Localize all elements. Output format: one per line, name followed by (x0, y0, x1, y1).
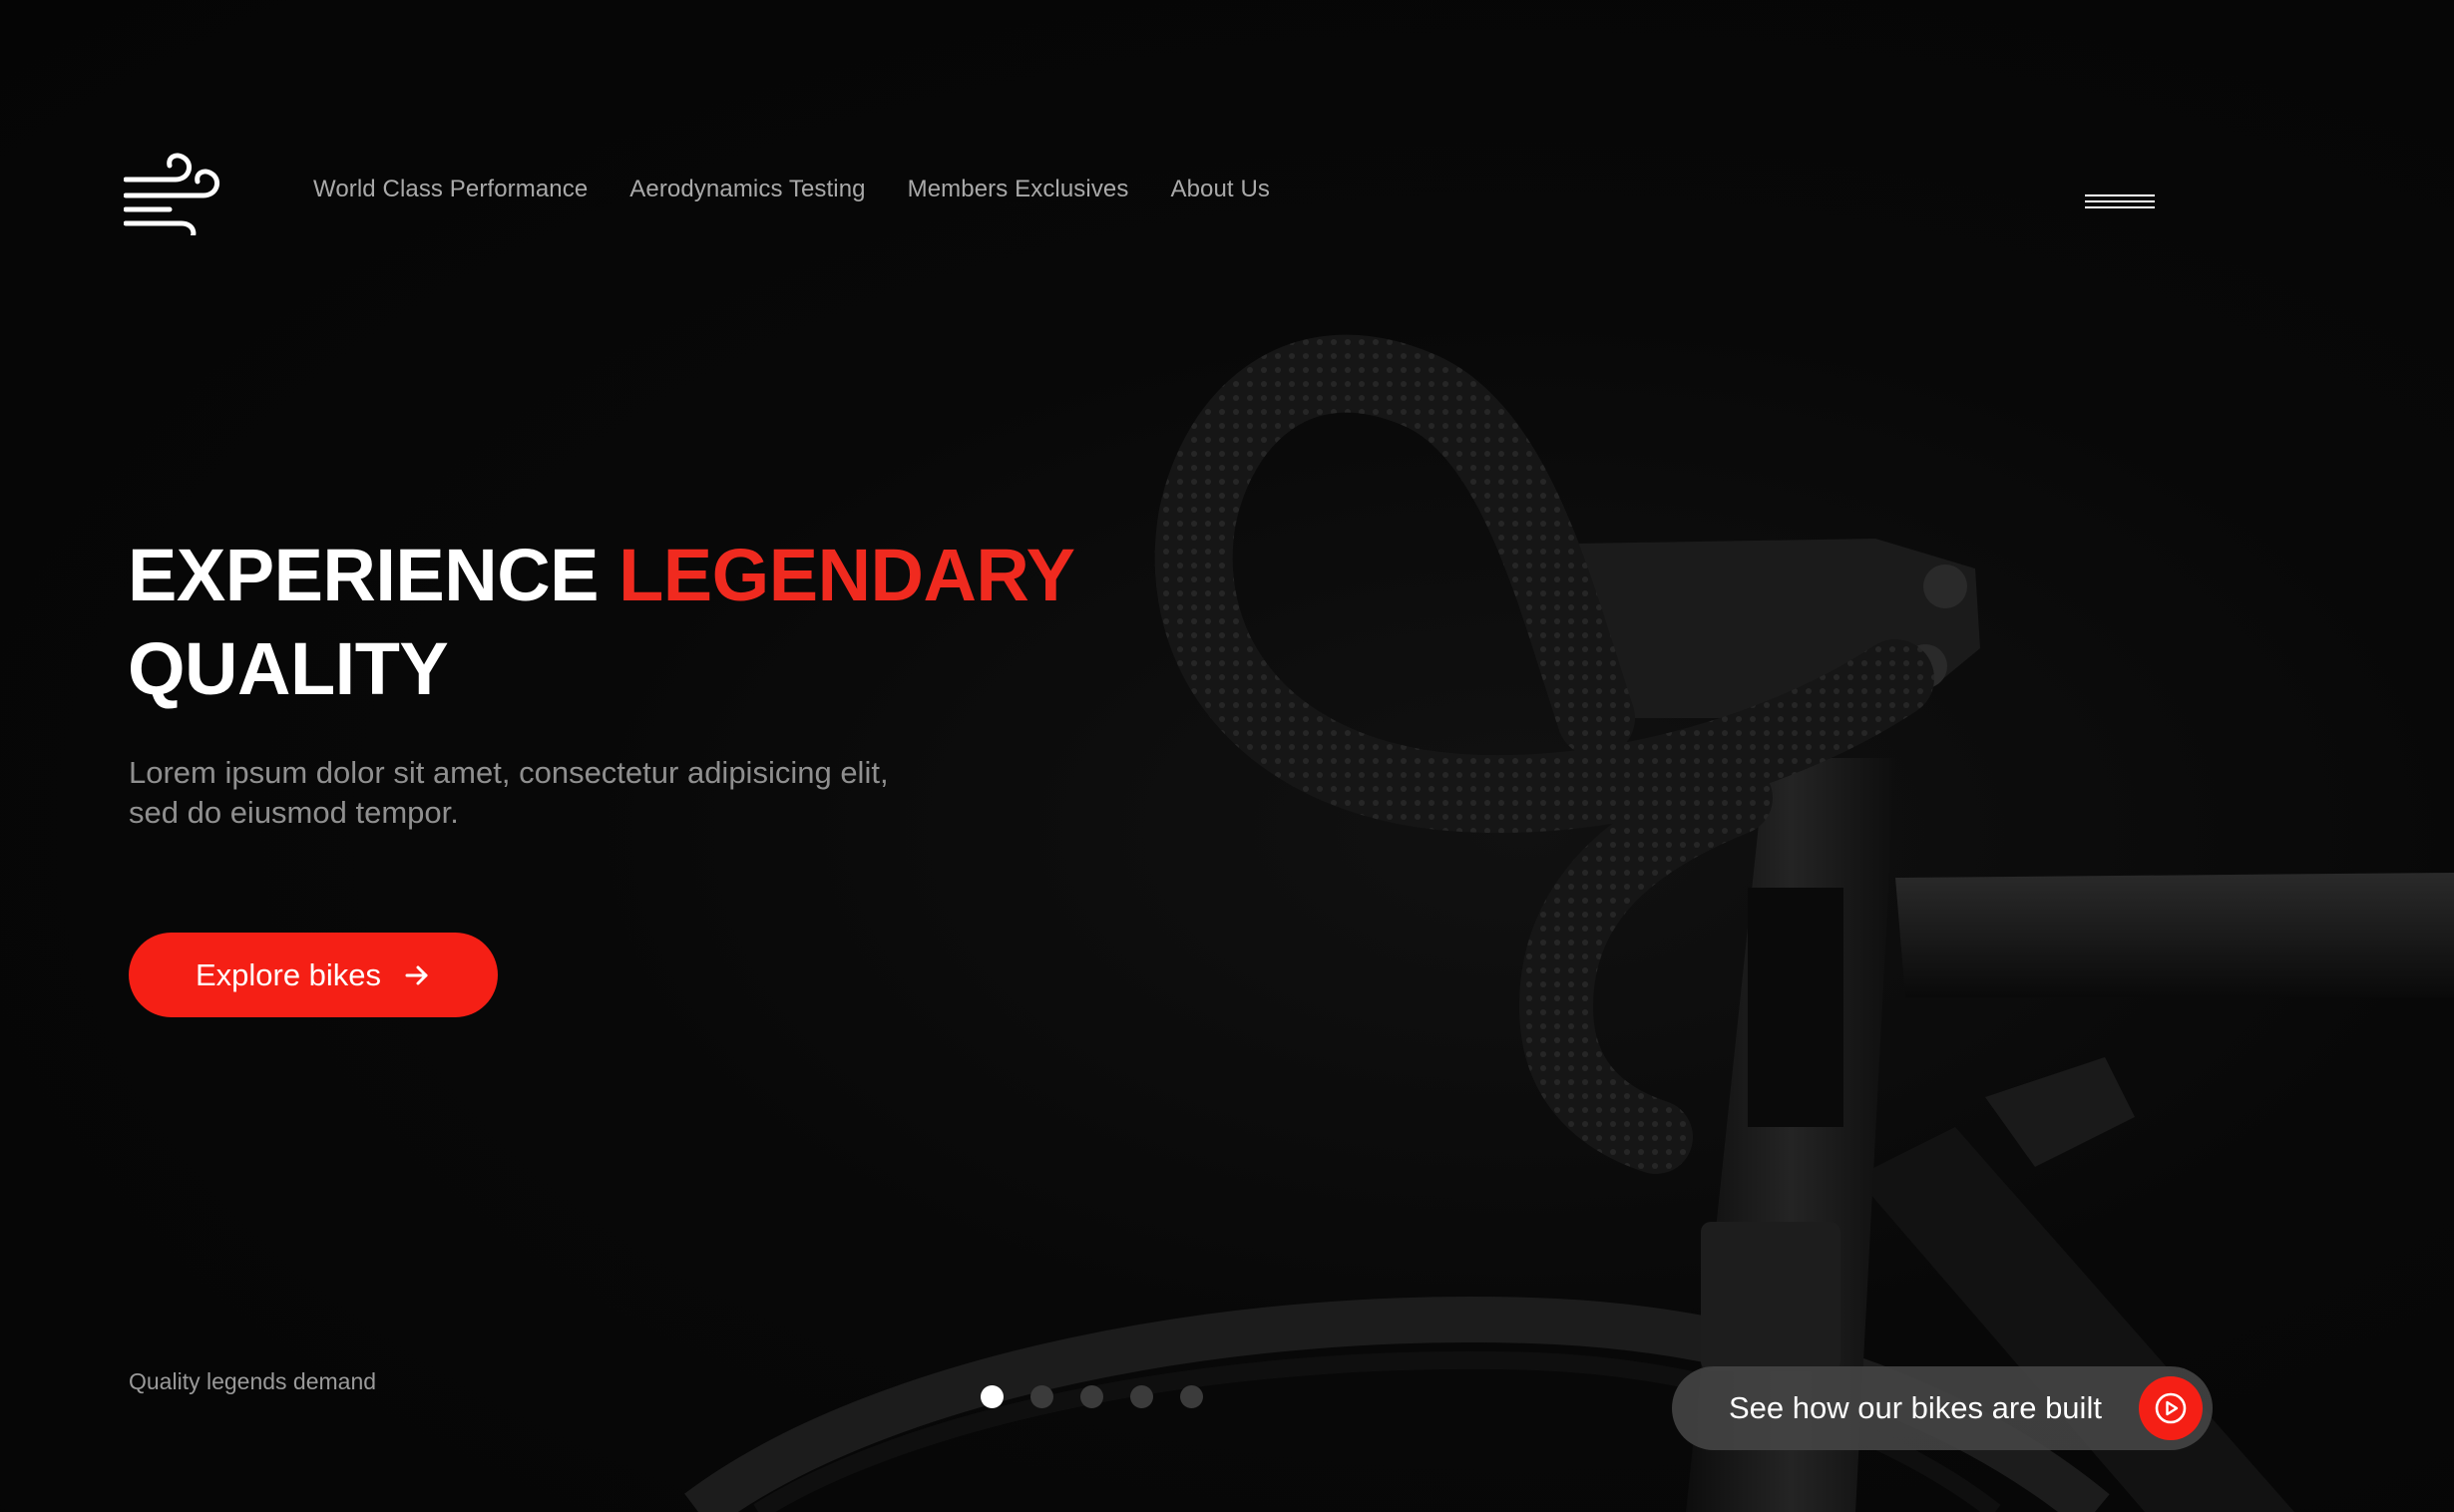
hero-section: World Class Performance Aerodynamics Tes… (0, 0, 2454, 1512)
nav-link-aerodynamics-testing[interactable]: Aerodynamics Testing (629, 176, 865, 202)
carousel-dot-3[interactable] (1080, 1385, 1103, 1408)
menu-line (2085, 200, 2155, 202)
nav-item: Members Exclusives (908, 176, 1129, 203)
explore-bikes-label: Explore bikes (195, 956, 382, 992)
nav-link-about-us[interactable]: About Us (1170, 176, 1270, 202)
nav-item: Aerodynamics Testing (629, 176, 865, 203)
carousel-dot-2[interactable] (1030, 1385, 1053, 1408)
hero-title-accent: LEGENDARY (618, 534, 1075, 616)
menu-line (2085, 194, 2155, 196)
tagline: Quality legends demand (129, 1368, 377, 1394)
watch-video-label: See how our bikes are built (1729, 1390, 2102, 1425)
play-button[interactable] (2139, 1376, 2203, 1440)
carousel-dots (981, 1385, 1203, 1408)
nav-item: About Us (1170, 176, 1270, 203)
carousel-dot-5[interactable] (1180, 1385, 1203, 1408)
main-nav: World Class Performance Aerodynamics Tes… (313, 176, 1270, 203)
hero-title-line2: QUALITY (128, 627, 449, 710)
watch-video-button[interactable]: See how our bikes are built (1672, 1366, 2213, 1450)
carousel-dot-1[interactable] (981, 1385, 1004, 1408)
hero-subtitle: Lorem ipsum dolor sit amet, consectetur … (129, 755, 889, 830)
hero-title-white: EXPERIENCE (128, 534, 619, 616)
hero-title: EXPERIENCE LEGENDARY QUALITY (128, 529, 1125, 716)
play-circle-icon (2155, 1392, 2187, 1424)
wind-icon[interactable] (124, 146, 223, 235)
nav-item: World Class Performance (313, 176, 588, 203)
hamburger-menu-icon[interactable] (2085, 193, 2157, 213)
carousel-dot-4[interactable] (1130, 1385, 1153, 1408)
nav-link-world-class-performance[interactable]: World Class Performance (313, 176, 588, 202)
explore-bikes-button[interactable]: Explore bikes (129, 933, 498, 1017)
nav-link-members-exclusives[interactable]: Members Exclusives (908, 176, 1129, 202)
arrow-right-icon (405, 965, 428, 984)
menu-line (2085, 206, 2155, 208)
